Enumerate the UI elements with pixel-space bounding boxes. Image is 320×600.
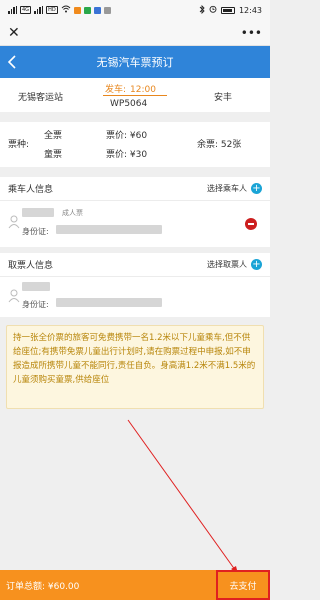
clock-time: 12:43 (238, 5, 262, 15)
passenger-type: 成人票 (62, 209, 83, 217)
signal-icon (8, 6, 17, 14)
select-passenger-label: 选择乘车人 (207, 184, 247, 193)
passenger-id-label: 身份证: (22, 227, 49, 236)
passenger-section-header: 乘车人信息 选择乘车人 + (0, 177, 270, 201)
person-icon (8, 215, 20, 232)
order-footer: 订单总额: ¥60.00 去支付 (0, 570, 270, 600)
pickup-name-masked (22, 282, 50, 291)
battery-icon (220, 6, 235, 14)
pickup-id-masked (56, 298, 162, 307)
passenger-name-masked (22, 208, 54, 217)
depart-time: 发车: 12:00 (105, 82, 156, 95)
page-header: 无锡汽车票预订 (0, 46, 270, 78)
ticket-card: 票种: 全票 童票 票价: ¥60 票价: ¥30 余票: 52张 (0, 122, 270, 167)
passenger-section-title: 乘车人信息 (8, 185, 54, 195)
bus-number: WP5064 (110, 99, 148, 109)
pickup-row: 身份证: (0, 277, 270, 317)
pickup-section-title: 取票人信息 (8, 261, 54, 271)
child-ticket-option[interactable]: 童票 (44, 147, 62, 160)
chevron-left-icon[interactable] (6, 53, 20, 71)
person-icon (8, 289, 20, 306)
departure-station: 无锡客运站 (18, 93, 64, 103)
select-pickup-label: 选择取票人 (207, 260, 247, 269)
remaining-tickets: 余票: 52张 (197, 140, 242, 150)
app-notification-icon-3 (103, 6, 111, 14)
child-ticket-price: 票价: ¥30 (106, 150, 148, 160)
app-notification-icon (83, 6, 91, 14)
signal-icon-2 (34, 6, 44, 14)
close-icon[interactable]: ✕ (8, 26, 20, 40)
bluetooth-icon (199, 4, 205, 16)
status-bar: 4G HD 12:43 (0, 0, 270, 20)
browser-bar: ✕ ••• (0, 20, 270, 46)
depart-time-value: 12:00 (130, 85, 156, 95)
route-divider (103, 95, 167, 96)
pickup-id-label: 身份证: (22, 300, 49, 309)
add-icon[interactable]: + (251, 183, 262, 194)
alarm-icon (209, 5, 217, 15)
pickup-section-header: 取票人信息 选择取票人 + (0, 253, 270, 277)
passenger-id-masked (56, 225, 162, 234)
order-total: 订单总额: ¥60.00 (6, 581, 80, 592)
more-dots-icon[interactable]: ••• (241, 26, 262, 40)
ticket-type-label: 票种: (8, 140, 30, 150)
rss-icon (73, 6, 81, 14)
wifi-icon (61, 5, 71, 15)
app-notification-icon-2 (93, 6, 101, 14)
select-passenger-button[interactable]: 选择乘车人 + (207, 183, 262, 194)
page-title: 无锡汽车票预订 (96, 56, 174, 69)
pay-button[interactable]: 去支付 (216, 570, 270, 600)
full-ticket-price: 票价: ¥60 (106, 131, 148, 141)
depart-label: 发车: (105, 85, 127, 95)
add-icon[interactable]: + (251, 259, 262, 270)
passenger-row: 成人票 身份证: (0, 201, 270, 247)
trip-card: 无锡客运站 发车: 12:00 WP5064 安丰 (0, 78, 270, 112)
remove-passenger-icon[interactable] (245, 218, 257, 230)
child-ticket-notice: 持一张全价票的旅客可免费携带一名1.2米以下儿童乘车,但不供给座位;有携带免票儿… (6, 325, 264, 409)
network-4g-badge: 4G (20, 6, 32, 14)
hd-badge: HD (46, 6, 58, 14)
full-ticket-option[interactable]: 全票 (44, 128, 62, 141)
arrival-station: 安丰 (213, 93, 232, 103)
select-pickup-button[interactable]: 选择取票人 + (207, 259, 262, 270)
